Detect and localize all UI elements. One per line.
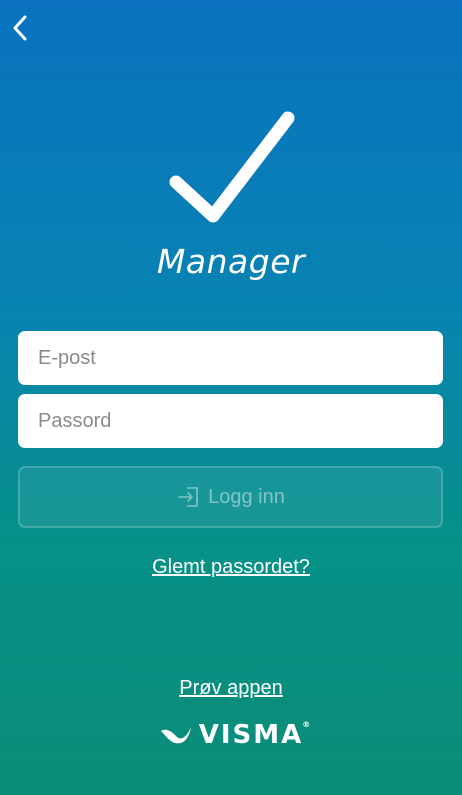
visma-wordmark: VISMA ®: [198, 720, 311, 750]
email-field[interactable]: [18, 331, 443, 385]
login-button[interactable]: Logg inn: [18, 466, 443, 528]
app-title: Manager: [156, 242, 306, 281]
try-app-link[interactable]: Prøv appen: [0, 677, 462, 700]
chevron-left-icon: [13, 15, 27, 41]
login-button-label: Logg inn: [208, 485, 285, 508]
password-field[interactable]: [18, 394, 443, 448]
visma-logo: VISMA ®: [0, 720, 462, 750]
forgot-password-link[interactable]: Glemt passordet?: [0, 556, 462, 579]
visma-swoosh-icon: [160, 727, 191, 744]
registered-mark: ®: [302, 720, 311, 729]
back-button[interactable]: [8, 12, 32, 44]
checkmark-icon: [169, 111, 295, 223]
login-arrow-icon: [176, 486, 200, 508]
